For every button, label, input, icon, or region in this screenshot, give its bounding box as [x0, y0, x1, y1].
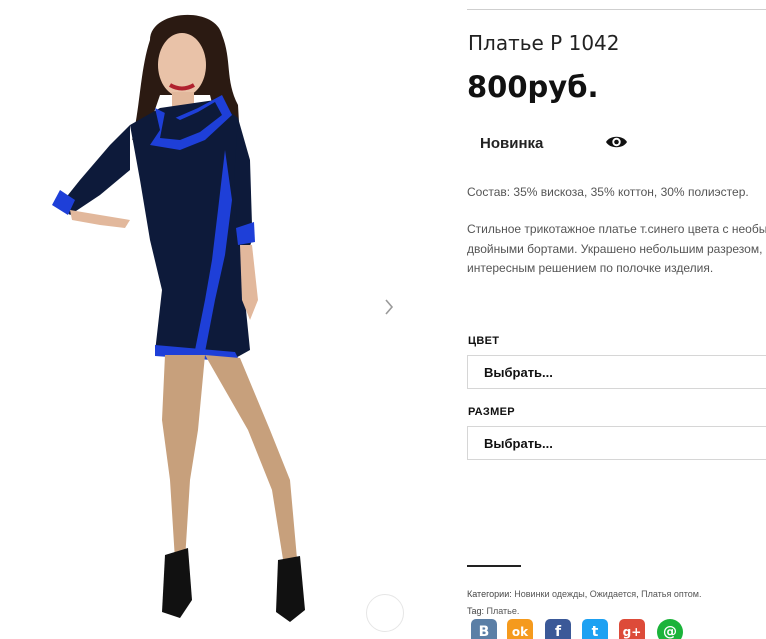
divider [467, 9, 766, 10]
size-label: РАЗМЕР [468, 406, 515, 418]
tag-label: Tag: [467, 606, 485, 616]
size-select[interactable]: Выбрать... [467, 426, 766, 460]
product-title: Платье Р 1042 [468, 31, 620, 55]
description-line: интересным решением по полочке изделия. [467, 261, 714, 275]
product-tags: Tag: Платье. [467, 606, 519, 616]
description-line: двойными бортами. Украшено небольшим раз… [467, 241, 766, 256]
new-badge: Новинка [480, 135, 544, 152]
vkontakte-share-icon[interactable]: В [471, 619, 497, 639]
color-label: ЦВЕТ [468, 335, 500, 347]
eye-icon[interactable] [605, 133, 628, 151]
category-link[interactable]: Ожидается [590, 589, 636, 599]
facebook-share-icon[interactable]: f [545, 619, 571, 639]
product-composition: Состав: 35% вискоза, 35% коттон, 30% пол… [467, 185, 749, 199]
size-select-value: Выбрать... [484, 436, 553, 451]
product-description: Стильное трикотажное платье т.синего цве… [467, 220, 766, 279]
chevron-right-icon [385, 299, 394, 315]
category-link[interactable]: Платья оптом. [641, 589, 701, 599]
product-categories: Категории: Новинки одежды, Ожидается, Пл… [467, 589, 702, 599]
product-price: 800руб. [467, 70, 599, 104]
product-photo[interactable] [0, 0, 423, 639]
tag-link[interactable]: Платье. [487, 606, 520, 616]
zoom-icon[interactable] [366, 594, 404, 632]
product-summary: Платье Р 1042 800руб. Новинка Состав: 35… [467, 0, 766, 639]
categories-label: Категории: [467, 589, 512, 599]
mailru-share-icon[interactable]: @ [657, 619, 683, 639]
category-link[interactable]: Новинки одежды [514, 589, 584, 599]
color-select[interactable]: Выбрать... [467, 355, 766, 389]
dress-model-image [0, 0, 423, 639]
next-image-arrow[interactable] [380, 296, 398, 318]
twitter-share-icon[interactable]: t [582, 619, 608, 639]
divider [467, 565, 521, 567]
description-line: Стильное трикотажное платье т.синего цве… [467, 222, 766, 236]
odnoklassniki-share-icon[interactable]: ok [507, 619, 533, 639]
google-plus-share-icon[interactable]: g+ [619, 619, 645, 639]
color-select-value: Выбрать... [484, 365, 553, 380]
